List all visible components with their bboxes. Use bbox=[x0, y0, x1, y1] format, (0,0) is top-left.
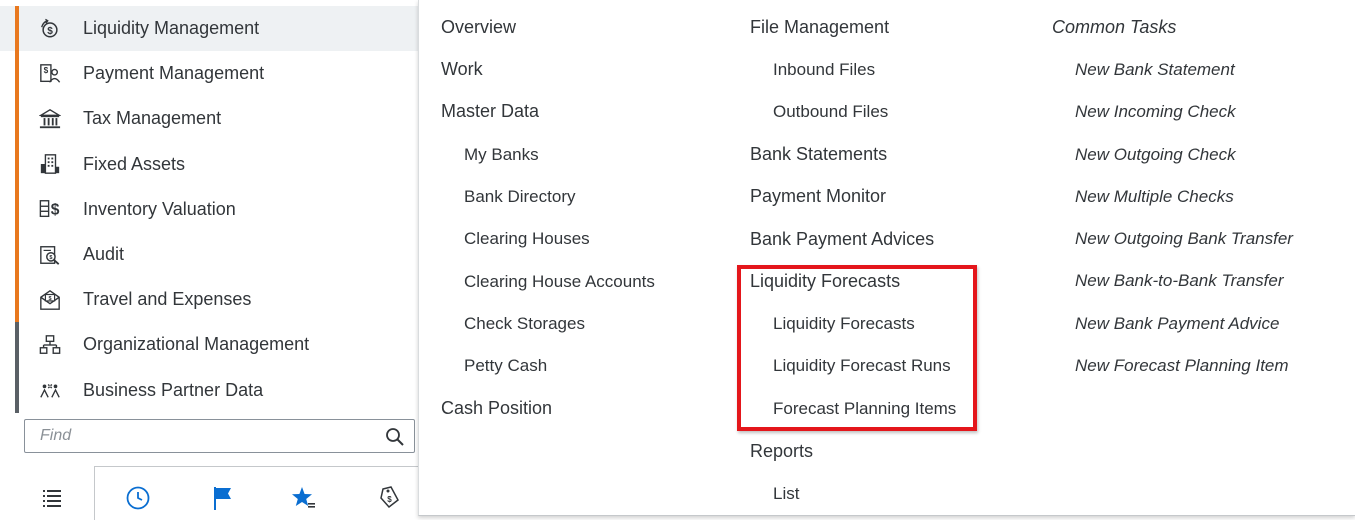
task-new-incoming-check[interactable]: New Incoming Check bbox=[1075, 102, 1236, 122]
accent-bar bbox=[15, 322, 19, 368]
clock-icon[interactable] bbox=[124, 484, 152, 512]
menu-item-petty-cash[interactable]: Petty Cash bbox=[464, 356, 547, 376]
task-new-multiple-checks[interactable]: New Multiple Checks bbox=[1075, 187, 1234, 207]
sidebar-item-liquidity-management[interactable]: $ Liquidity Management bbox=[0, 6, 418, 52]
business-partner-icon bbox=[39, 379, 61, 401]
task-new-outgoing-check[interactable]: New Outgoing Check bbox=[1075, 145, 1236, 165]
task-new-bank-to-bank-transfer[interactable]: New Bank-to-Bank Transfer bbox=[1075, 271, 1283, 291]
audit-icon: $ bbox=[39, 244, 61, 266]
inventory-icon: $ bbox=[39, 198, 61, 220]
travel-icon: $ bbox=[39, 289, 61, 311]
module-list: $ Liquidity Management $ Payment Managem… bbox=[0, 6, 418, 413]
svg-text:$: $ bbox=[47, 26, 53, 37]
accent-bar bbox=[15, 367, 19, 413]
tag-icon[interactable]: $ bbox=[375, 484, 403, 512]
search-icon[interactable] bbox=[385, 427, 405, 447]
find-input[interactable] bbox=[25, 420, 375, 452]
menu-item-clearing-houses[interactable]: Clearing Houses bbox=[464, 229, 590, 249]
menu-item-my-banks[interactable]: My Banks bbox=[464, 145, 539, 165]
accent-bar bbox=[15, 277, 19, 323]
svg-text:$: $ bbox=[51, 202, 60, 219]
accent-bar bbox=[15, 51, 19, 97]
sidebar-item-business-partner-data[interactable]: Business Partner Data bbox=[0, 367, 418, 413]
menu-item-bank-directory[interactable]: Bank Directory bbox=[464, 187, 575, 207]
menu-item-inbound-files[interactable]: Inbound Files bbox=[773, 60, 875, 80]
svg-text:$: $ bbox=[387, 495, 392, 504]
liquidity-icon: $ bbox=[39, 18, 61, 40]
fixed-assets-icon bbox=[39, 153, 61, 175]
menu-item-check-storages[interactable]: Check Storages bbox=[464, 314, 585, 334]
menu-item-outbound-files[interactable]: Outbound Files bbox=[773, 102, 888, 122]
org-chart-icon bbox=[39, 334, 61, 356]
sidebar-item-payment-management[interactable]: $ Payment Management bbox=[0, 51, 418, 97]
menu-item-list[interactable]: List bbox=[773, 484, 799, 504]
task-new-bank-statement[interactable]: New Bank Statement bbox=[1075, 60, 1235, 80]
sidebar-item-label: Audit bbox=[83, 244, 125, 265]
menu-item-bank-statements[interactable]: Bank Statements bbox=[750, 144, 887, 165]
accent-bar bbox=[15, 231, 19, 278]
svg-text:$: $ bbox=[48, 296, 51, 302]
sidebar-item-label: Inventory Valuation bbox=[83, 198, 236, 219]
sidebar-item-label: Liquidity Management bbox=[83, 18, 260, 39]
common-tasks-heading: Common Tasks bbox=[1052, 17, 1177, 37]
accent-bar bbox=[15, 6, 19, 52]
menu-item-bank-payment-advices[interactable]: Bank Payment Advices bbox=[750, 229, 934, 250]
sidebar-item-label: Travel and Expenses bbox=[83, 289, 252, 310]
find-search-box bbox=[24, 419, 415, 453]
flag-icon[interactable] bbox=[208, 484, 236, 512]
task-new-outgoing-bank-transfer[interactable]: New Outgoing Bank Transfer bbox=[1075, 229, 1293, 249]
favorite-star-icon[interactable] bbox=[290, 484, 318, 512]
menu-item-cash-position[interactable]: Cash Position bbox=[441, 398, 552, 419]
accent-bar bbox=[15, 141, 19, 187]
menu-item-file-management[interactable]: File Management bbox=[750, 17, 889, 38]
sidebar-item-tax-management[interactable]: Tax Management bbox=[0, 96, 418, 142]
sidebar-item-travel-and-expenses[interactable]: $ Travel and Expenses bbox=[0, 277, 418, 323]
payment-icon: $ bbox=[39, 63, 61, 85]
toolbar-divider bbox=[94, 466, 95, 520]
svg-text:$: $ bbox=[49, 255, 52, 261]
bank-building-icon bbox=[39, 108, 61, 130]
task-new-bank-payment-advice[interactable]: New Bank Payment Advice bbox=[1075, 314, 1279, 334]
sidebar-item-audit[interactable]: $ Audit bbox=[0, 231, 418, 278]
menu-item-forecast-planning-items[interactable]: Forecast Planning Items bbox=[773, 399, 956, 419]
left-navigation-panel: $ Liquidity Management $ Payment Managem… bbox=[0, 0, 418, 520]
list-icon[interactable] bbox=[38, 484, 66, 512]
menu-item-clearing-house-accounts[interactable]: Clearing House Accounts bbox=[464, 272, 655, 292]
sidebar-item-label: Business Partner Data bbox=[83, 379, 264, 400]
menu-item-reports[interactable]: Reports bbox=[750, 441, 813, 462]
menu-item-payment-monitor[interactable]: Payment Monitor bbox=[750, 186, 886, 207]
sidebar-item-label: Fixed Assets bbox=[83, 153, 186, 174]
menu-item-overview[interactable]: Overview bbox=[441, 17, 516, 38]
bottom-toolbar: $ bbox=[0, 466, 418, 520]
sidebar-item-label: Tax Management bbox=[83, 108, 222, 129]
sidebar-item-organizational-management[interactable]: Organizational Management bbox=[0, 322, 418, 368]
menu-item-liquidity-forecasts[interactable]: Liquidity Forecasts bbox=[773, 314, 915, 334]
sidebar-item-inventory-valuation[interactable]: $ Inventory Valuation bbox=[0, 186, 418, 232]
sidebar-item-fixed-assets[interactable]: Fixed Assets bbox=[0, 141, 418, 187]
accent-bar bbox=[15, 96, 19, 142]
sidebar-item-label: Organizational Management bbox=[83, 334, 310, 355]
menu-item-liquidity-forecasts-group[interactable]: Liquidity Forecasts bbox=[750, 271, 900, 292]
menu-item-liquidity-forecast-runs[interactable]: Liquidity Forecast Runs bbox=[773, 356, 951, 376]
toolbar-divider bbox=[94, 466, 418, 467]
sidebar-item-label: Payment Management bbox=[83, 63, 265, 84]
accent-bar bbox=[15, 186, 19, 232]
menu-item-master-data[interactable]: Master Data bbox=[441, 101, 539, 122]
svg-text:$: $ bbox=[44, 66, 49, 75]
task-new-forecast-planning-item[interactable]: New Forecast Planning Item bbox=[1075, 356, 1289, 376]
menu-item-work[interactable]: Work bbox=[441, 59, 483, 80]
